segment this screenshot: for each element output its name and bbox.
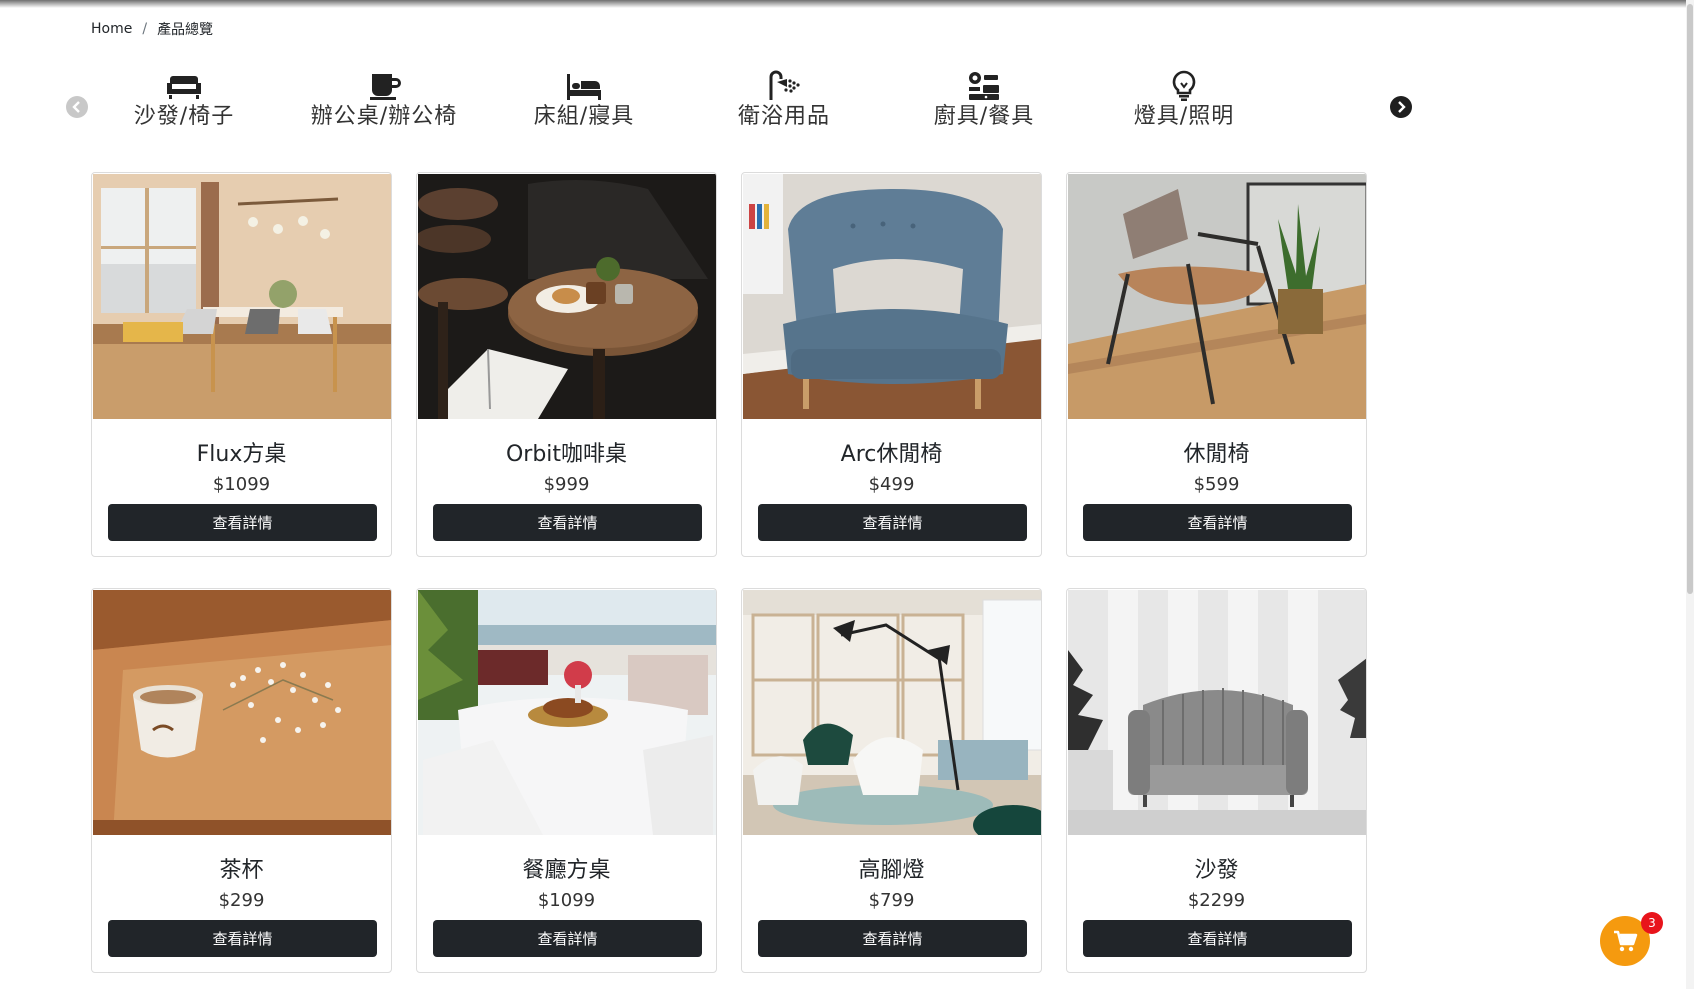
- teacup-photo[interactable]: [93, 590, 391, 835]
- product-title: 茶杯: [219, 858, 264, 883]
- view-details-button[interactable]: 查看詳情: [433, 920, 702, 957]
- top-shadow: [0, 0, 1694, 8]
- product-title: 高腳燈: [858, 858, 925, 883]
- category-bed[interactable]: 床組/寢具: [484, 70, 684, 132]
- category-label: 辦公桌/辦公椅: [310, 104, 458, 129]
- product-card[interactable]: 休閒椅 $599 查看詳情: [1066, 172, 1367, 557]
- product-title: Flux方桌: [196, 442, 287, 467]
- category-sofa-chair[interactable]: 沙發/椅子: [84, 70, 284, 132]
- product-card[interactable]: 沙發 $2299 查看詳情: [1066, 588, 1367, 973]
- bed-icon: [567, 74, 601, 100]
- product-card[interactable]: 茶杯 $299 查看詳情: [91, 588, 392, 973]
- category-kitchen[interactable]: 廚具/餐具: [884, 70, 1084, 132]
- view-details-button[interactable]: 查看詳情: [108, 920, 377, 957]
- product-card[interactable]: Flux方桌 $1099 查看詳情: [91, 172, 392, 557]
- dining-room-photo[interactable]: [93, 174, 391, 419]
- product-title: 休閒椅: [1183, 442, 1250, 467]
- product-card[interactable]: 高腳燈 $799 查看詳情: [741, 588, 1042, 973]
- scrollbar[interactable]: [1686, 0, 1694, 989]
- view-details-button[interactable]: 查看詳情: [108, 504, 377, 541]
- couch-icon: [167, 76, 201, 99]
- category-label: 沙發/椅子: [133, 104, 235, 129]
- product-price: $499: [868, 474, 915, 495]
- product-title: Arc休閒椅: [840, 442, 943, 467]
- category-label: 床組/寢具: [533, 104, 635, 129]
- category-office[interactable]: 辦公桌/辦公椅: [284, 70, 484, 132]
- breadcrumb: Home / 產品總覽: [91, 19, 213, 39]
- product-card[interactable]: 餐廳方桌 $1099 查看詳情: [416, 588, 717, 973]
- view-details-button[interactable]: 查看詳情: [1083, 504, 1352, 541]
- chevron-left-icon: [72, 101, 80, 113]
- category-lighting[interactable]: 燈具/照明: [1084, 70, 1284, 132]
- scrollbar-thumb[interactable]: [1687, 4, 1693, 594]
- view-details-button[interactable]: 查看詳情: [758, 504, 1027, 541]
- product-price: $599: [1193, 474, 1240, 495]
- category-label: 廚具/餐具: [933, 104, 1035, 129]
- mug-icon: [370, 74, 401, 100]
- breadcrumb-current: 產品總覽: [157, 22, 214, 38]
- product-card[interactable]: Arc休閒椅 $499 查看詳情: [741, 172, 1042, 557]
- floor-lamp-photo[interactable]: [743, 590, 1041, 835]
- view-details-button[interactable]: 查看詳情: [1083, 920, 1352, 957]
- shower-icon: [769, 70, 800, 100]
- view-details-button[interactable]: 查看詳情: [433, 504, 702, 541]
- carousel-next-button[interactable]: [1390, 96, 1412, 118]
- product-card[interactable]: Orbit咖啡桌 $999 查看詳情: [416, 172, 717, 557]
- category-label: 燈具/照明: [1133, 104, 1235, 129]
- restaurant-table-photo[interactable]: [418, 590, 716, 835]
- product-price: $1099: [212, 474, 271, 495]
- product-price: $299: [218, 890, 265, 911]
- blue-armchair-photo[interactable]: [743, 174, 1041, 419]
- breadcrumb-home-link[interactable]: Home: [91, 21, 132, 37]
- product-title: Orbit咖啡桌: [505, 442, 628, 467]
- product-price: $1099: [537, 890, 596, 911]
- cart-icon: [1614, 930, 1638, 952]
- product-price: $2299: [1187, 890, 1246, 911]
- category-label: 衛浴用品: [737, 104, 830, 129]
- grey-sofa-photo[interactable]: [1068, 590, 1366, 835]
- breadcrumb-separator: /: [142, 21, 148, 37]
- lightbulb-icon: [1172, 70, 1196, 101]
- product-price: $999: [543, 474, 590, 495]
- product-title: 沙發: [1194, 858, 1239, 883]
- coffee-table-photo[interactable]: [418, 174, 716, 419]
- lounge-chair-photo[interactable]: [1068, 174, 1366, 419]
- view-details-button[interactable]: 查看詳情: [758, 920, 1027, 957]
- category-carousel: 沙發/椅子 辦公桌/辦公椅 床組/寢具 衛浴用品 廚具/餐具 燈具/照明: [66, 62, 1416, 140]
- cart-count-badge: 3: [1641, 912, 1663, 934]
- kitchen-icon: [969, 72, 999, 100]
- category-bath[interactable]: 衛浴用品: [684, 70, 884, 132]
- product-title: 餐廳方桌: [522, 858, 611, 883]
- product-price: $799: [868, 890, 915, 911]
- chevron-right-icon: [1398, 101, 1406, 113]
